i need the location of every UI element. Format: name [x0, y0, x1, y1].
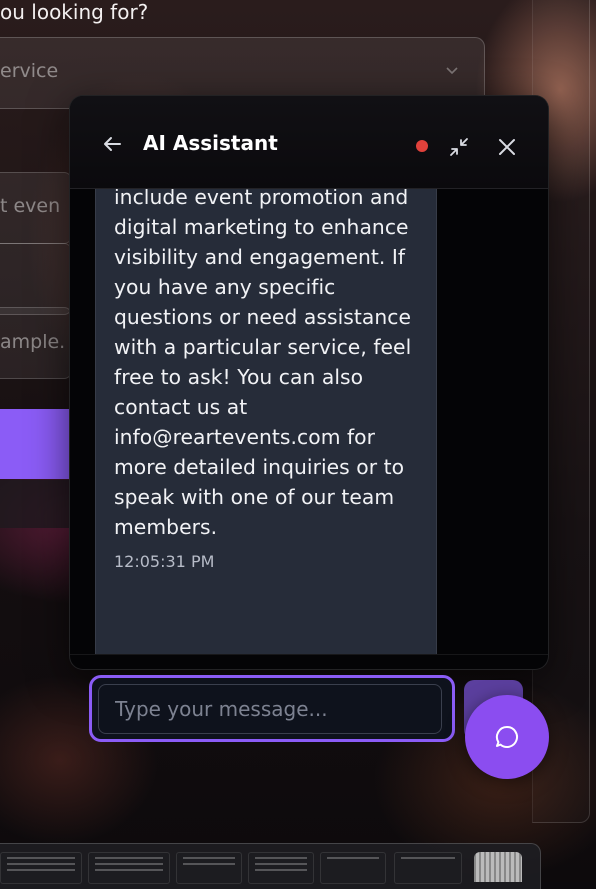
chat-bubble-icon — [495, 725, 518, 748]
window-thumbnail-6[interactable] — [394, 852, 462, 884]
form-field-1-placeholder: t even — [0, 195, 61, 217]
minimize-icon[interactable] — [448, 136, 470, 158]
divider — [70, 654, 548, 655]
message-input-wrapper — [89, 675, 455, 742]
chat-window: AI Assistant include event promotion and… — [69, 95, 549, 670]
window-thumbnail-5[interactable] — [320, 852, 386, 884]
message-timestamp: 12:05:31 PM — [114, 552, 215, 571]
form-question: ou looking for? — [0, 0, 149, 24]
close-icon[interactable] — [498, 138, 516, 156]
window-thumbnail-1[interactable] — [0, 852, 82, 884]
service-select-value: ervice — [0, 60, 59, 82]
form-field-2[interactable] — [0, 243, 72, 315]
status-dot — [416, 140, 428, 152]
chevron-down-icon[interactable] — [446, 64, 458, 76]
assistant-message: include event promotion and digital mark… — [95, 189, 437, 654]
form-field-3-placeholder: ample. — [0, 331, 66, 353]
window-thumbnail-3[interactable] — [176, 852, 242, 884]
arrow-left-icon[interactable] — [102, 134, 122, 154]
chat-header: AI Assistant — [70, 96, 548, 189]
message-list[interactable]: include event promotion and digital mark… — [70, 189, 548, 654]
trash-icon[interactable] — [474, 852, 522, 882]
window-thumbnail-4[interactable] — [248, 852, 314, 884]
submit-button[interactable] — [0, 409, 70, 479]
secondary-button[interactable] — [0, 480, 70, 528]
message-input[interactable] — [98, 684, 442, 734]
window-thumbnail-2[interactable] — [88, 852, 170, 884]
chat-toggle-button[interactable] — [465, 695, 549, 779]
chat-title: AI Assistant — [143, 131, 278, 155]
message-text: include event promotion and digital mark… — [114, 189, 412, 539]
